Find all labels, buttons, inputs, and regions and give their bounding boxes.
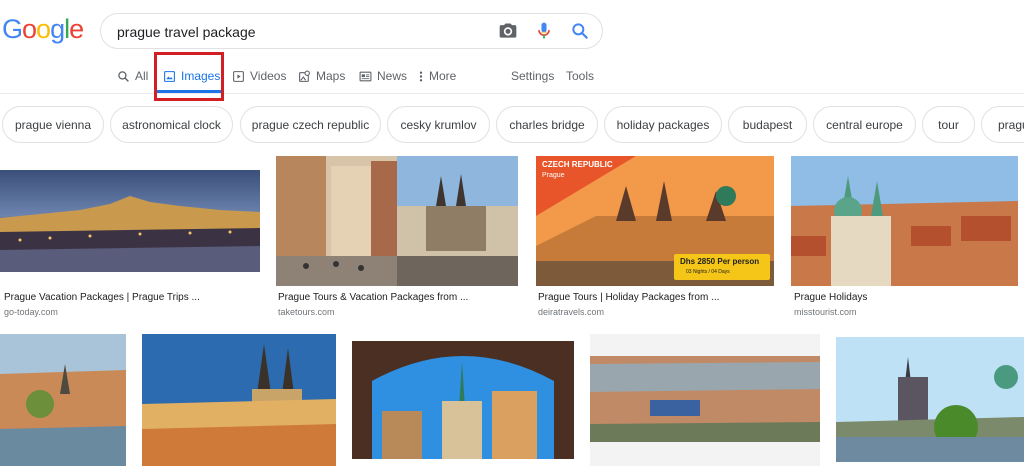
- tab-all[interactable]: All: [117, 68, 148, 84]
- result-source[interactable]: go-today.com: [4, 307, 58, 317]
- more-vert-icon: [419, 71, 423, 81]
- result-thumbnail[interactable]: CZECH REPUBLIC Prague Dhs 2850 Per perso…: [536, 156, 774, 286]
- result-thumbnail[interactable]: [142, 334, 336, 466]
- logo-letter: G: [2, 14, 23, 44]
- chip[interactable]: astronomical clock: [110, 106, 233, 143]
- overlay-country: CZECH REPUBLIC: [542, 160, 613, 169]
- result-title[interactable]: Prague Tours & Vacation Packages from ..…: [278, 292, 468, 303]
- result-thumbnail[interactable]: [276, 156, 518, 286]
- tab-label: News: [377, 69, 408, 83]
- search-icon: [118, 70, 129, 82]
- result-thumbnail[interactable]: [0, 170, 260, 272]
- search-actions: [498, 21, 590, 41]
- play-icon: [233, 70, 244, 82]
- logo-letter: e: [69, 14, 84, 44]
- result-source[interactable]: deiratravels.com: [538, 307, 604, 317]
- camera-icon[interactable]: [498, 21, 518, 41]
- google-logo[interactable]: Google: [2, 14, 84, 45]
- result-thumbnail[interactable]: [791, 156, 1018, 286]
- result-title[interactable]: Prague Tours | Holiday Packages from ...: [538, 292, 719, 303]
- tab-settings[interactable]: Settings: [511, 68, 554, 84]
- tab-label: Tools: [566, 69, 595, 83]
- chip[interactable]: prague czech republic: [240, 106, 381, 143]
- related-searches: prague vienna astronomical clock prague …: [0, 106, 1024, 144]
- logo-letter: o: [36, 14, 51, 44]
- search-input[interactable]: [117, 22, 497, 42]
- result-thumbnail[interactable]: [590, 334, 820, 466]
- tab-label: Settings: [511, 69, 555, 83]
- logo-letter: o: [22, 14, 37, 44]
- overlay-city: Prague: [542, 172, 565, 179]
- result-source[interactable]: misstourist.com: [794, 307, 857, 317]
- tab-label: More: [429, 69, 457, 83]
- tab-news[interactable]: News: [359, 68, 407, 84]
- chip[interactable]: central europe: [813, 106, 916, 143]
- result-thumbnail[interactable]: [836, 337, 1024, 462]
- result-title[interactable]: Prague Holidays: [794, 292, 867, 303]
- chip[interactable]: cesky krumlov: [387, 106, 490, 143]
- chip[interactable]: budapest: [728, 106, 807, 143]
- tab-videos[interactable]: Videos: [232, 68, 286, 84]
- tab-label: Videos: [250, 69, 287, 83]
- news-icon: [359, 71, 372, 81]
- tab-tools[interactable]: Tools: [566, 68, 594, 84]
- logo-letter: g: [50, 14, 65, 44]
- tab-more[interactable]: More: [418, 68, 456, 84]
- chip[interactable]: tour: [922, 106, 975, 143]
- search-box: [100, 13, 603, 49]
- tab-label: Maps: [316, 69, 346, 83]
- tab-maps[interactable]: Maps: [298, 68, 345, 84]
- result-source[interactable]: taketours.com: [278, 307, 335, 317]
- tab-label: All: [135, 69, 149, 83]
- result-thumbnail[interactable]: [0, 334, 126, 466]
- overlay-price: Dhs 2850 Per person: [680, 257, 760, 266]
- chip[interactable]: pragu: [981, 106, 1024, 143]
- overlay-nights: 03 Nights / 04 Days: [686, 269, 730, 275]
- chip[interactable]: charles bridge: [496, 106, 598, 143]
- result-thumbnail[interactable]: [352, 341, 574, 459]
- result-title[interactable]: Prague Vacation Packages | Prague Trips …: [4, 292, 200, 303]
- chip[interactable]: prague vienna: [2, 106, 104, 143]
- search-icon[interactable]: [570, 21, 590, 41]
- map-icon: [299, 70, 310, 82]
- annotation-highlight-box: [154, 52, 224, 101]
- microphone-icon[interactable]: [534, 21, 554, 41]
- chip[interactable]: holiday packages: [604, 106, 722, 143]
